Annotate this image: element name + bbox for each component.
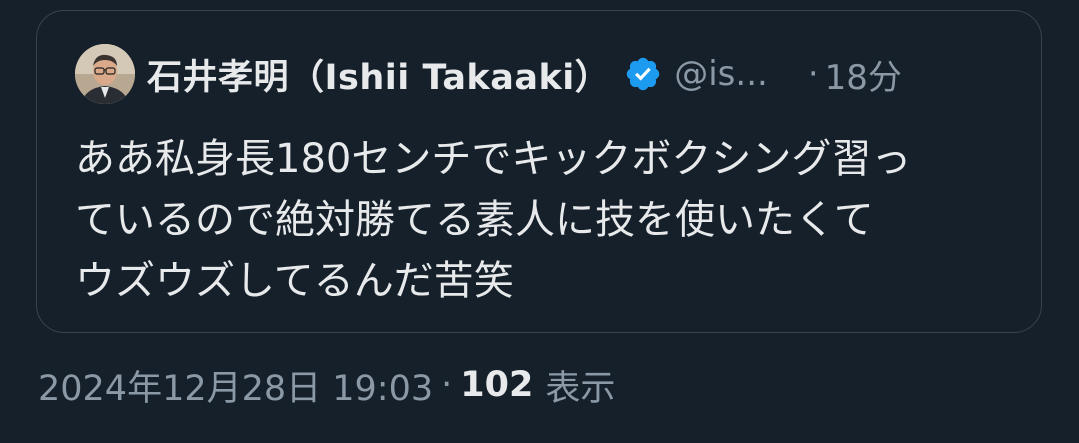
quoted-post-header: 石井孝明（Ishii Takaaki） @is... · 18分 bbox=[75, 43, 902, 105]
quoted-post-text: ああ私身長180センチでキックボクシング習っ ているので絶対勝てる素人に技を使い… bbox=[75, 136, 912, 304]
author-handle[interactable]: @is... bbox=[674, 54, 768, 94]
avatar[interactable] bbox=[75, 44, 135, 104]
meta-separator: · bbox=[441, 365, 453, 405]
quoted-post-card[interactable]: 石井孝明（Ishii Takaaki） @is... · 18分 ああ私身長18… bbox=[36, 10, 1042, 333]
verified-badge-icon bbox=[624, 55, 662, 93]
post-meta: 2024年12月28日 19:03 · 102 表示 bbox=[38, 360, 615, 410]
post-timestamp[interactable]: 2024年12月28日 19:03 bbox=[38, 360, 433, 411]
view-count-label: 表示 bbox=[545, 368, 616, 409]
view-count[interactable]: 102 bbox=[460, 365, 533, 405]
header-separator: · bbox=[807, 54, 819, 94]
author-display-name[interactable]: 石井孝明（Ishii Takaaki） bbox=[147, 49, 610, 100]
relative-time[interactable]: 18分 bbox=[825, 50, 902, 99]
